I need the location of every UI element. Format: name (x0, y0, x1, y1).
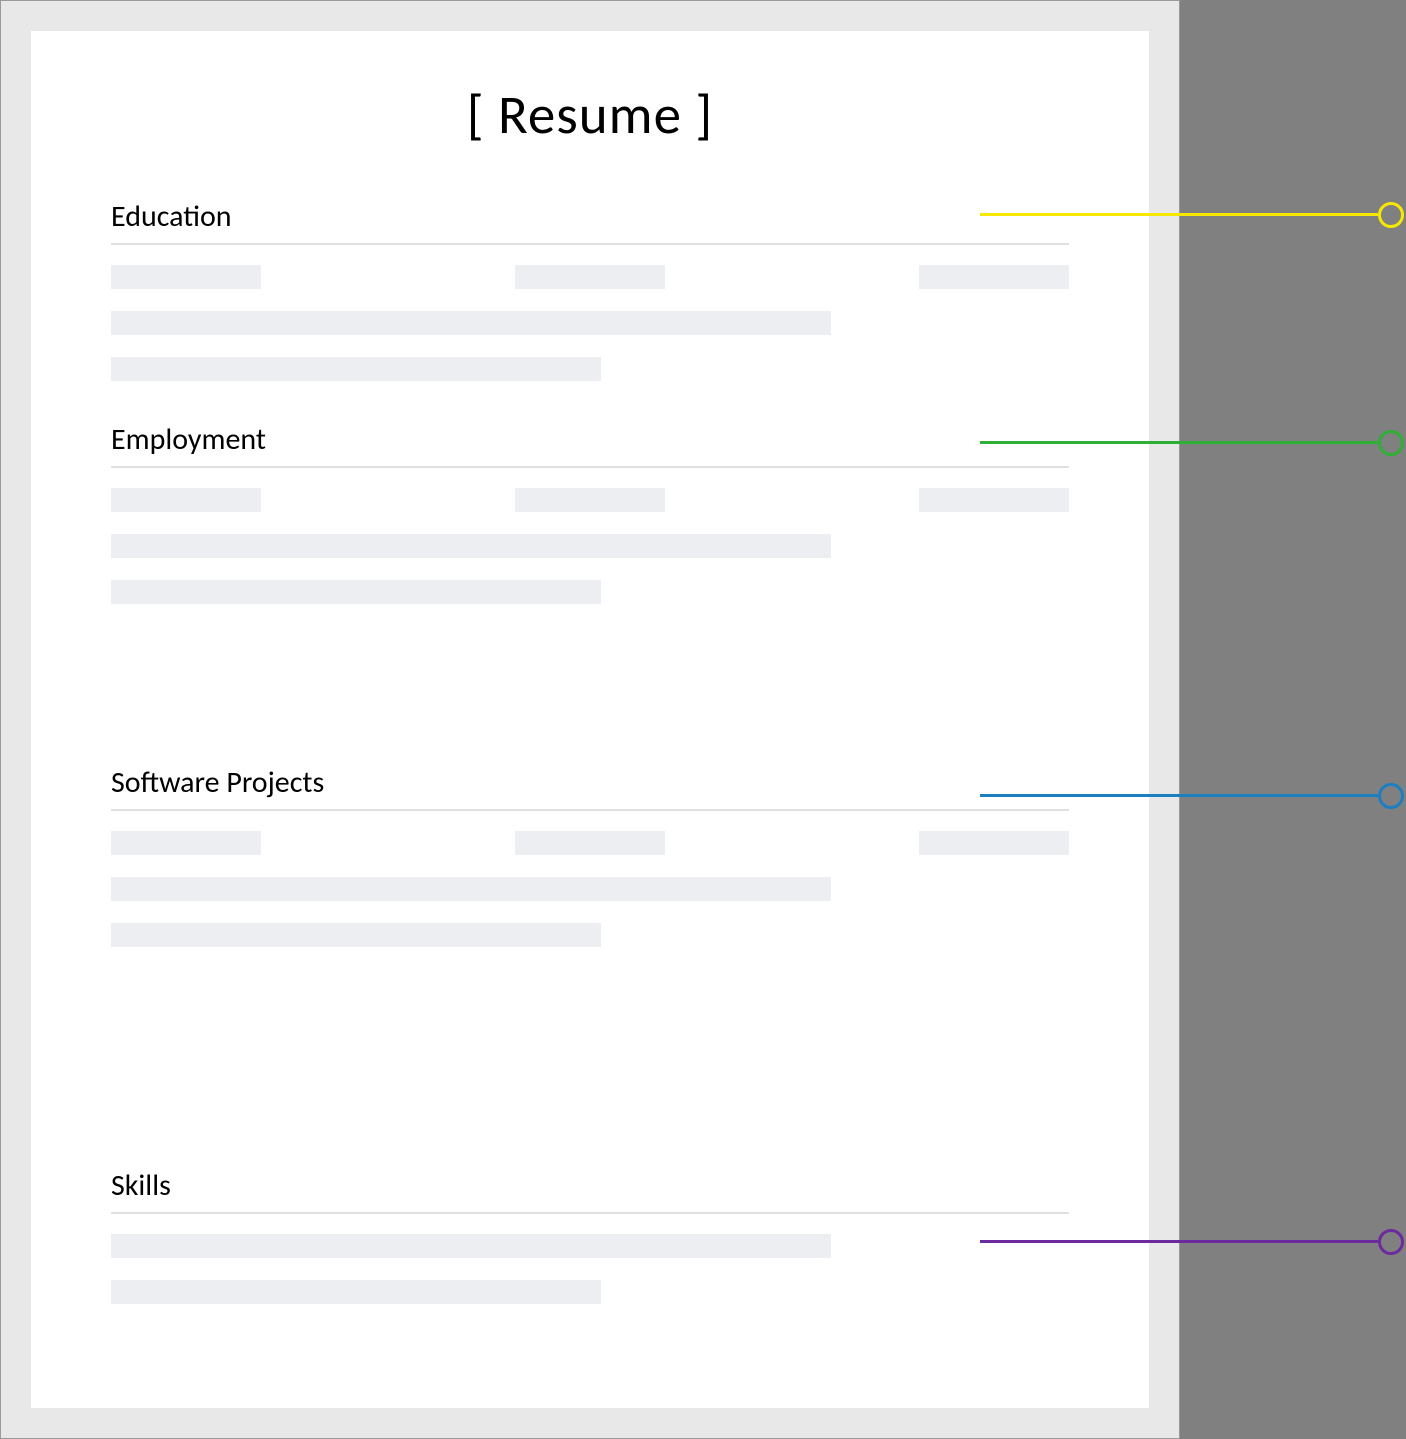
placeholder-row (111, 488, 1069, 512)
callout-annotation (0, 794, 1406, 797)
placeholder-bar (515, 265, 665, 289)
placeholder-row (111, 1280, 1069, 1304)
section-rule (111, 809, 1069, 811)
section-rule (111, 243, 1069, 245)
section-rule (111, 1212, 1069, 1214)
placeholder-bar (919, 265, 1069, 289)
section-label-education: Education (111, 198, 1069, 235)
placeholder-bar (111, 877, 831, 901)
placeholder-bar (111, 311, 831, 335)
placeholder-row (111, 311, 1069, 335)
callout-circle-icon (1378, 783, 1404, 809)
section-skills: Skills (111, 1167, 1069, 1304)
callout-circle-icon (1378, 430, 1404, 456)
section-employment: Employment (111, 421, 1069, 604)
placeholder-row (111, 265, 1069, 289)
callout-annotation (0, 213, 1406, 216)
placeholder-bar (111, 831, 261, 855)
placeholder-bar (111, 357, 601, 381)
placeholder-bar (111, 923, 601, 947)
placeholder-bar (515, 831, 665, 855)
callout-line (980, 441, 1378, 444)
placeholder-row (111, 877, 1069, 901)
section-label-employment: Employment (111, 421, 1069, 458)
callout-line (980, 1240, 1378, 1243)
section-education: Education (111, 198, 1069, 381)
placeholder-bar (111, 534, 831, 558)
placeholder-row (111, 580, 1069, 604)
placeholder-row (111, 831, 1069, 855)
callout-annotation (0, 1240, 1406, 1243)
resume-page: [ Resume ] Education Employment (31, 31, 1149, 1408)
callout-line (980, 213, 1378, 216)
section-software-projects: Software Projects (111, 764, 1069, 947)
placeholder-row (111, 1234, 1069, 1258)
section-label-skills: Skills (111, 1167, 1069, 1204)
placeholder-bar (111, 1280, 601, 1304)
placeholder-row (111, 357, 1069, 381)
placeholder-bar (919, 488, 1069, 512)
placeholder-bar (111, 265, 261, 289)
callout-circle-icon (1378, 1229, 1404, 1255)
callout-circle-icon (1378, 202, 1404, 228)
placeholder-bar (111, 488, 261, 512)
placeholder-row (111, 534, 1069, 558)
section-rule (111, 466, 1069, 468)
placeholder-bar (919, 831, 1069, 855)
placeholder-bar (111, 1234, 831, 1258)
placeholder-bar (515, 488, 665, 512)
callout-line (980, 794, 1378, 797)
callout-annotation (0, 441, 1406, 444)
placeholder-row (111, 923, 1069, 947)
resume-title: [ Resume ] (111, 81, 1069, 148)
placeholder-bar (111, 580, 601, 604)
